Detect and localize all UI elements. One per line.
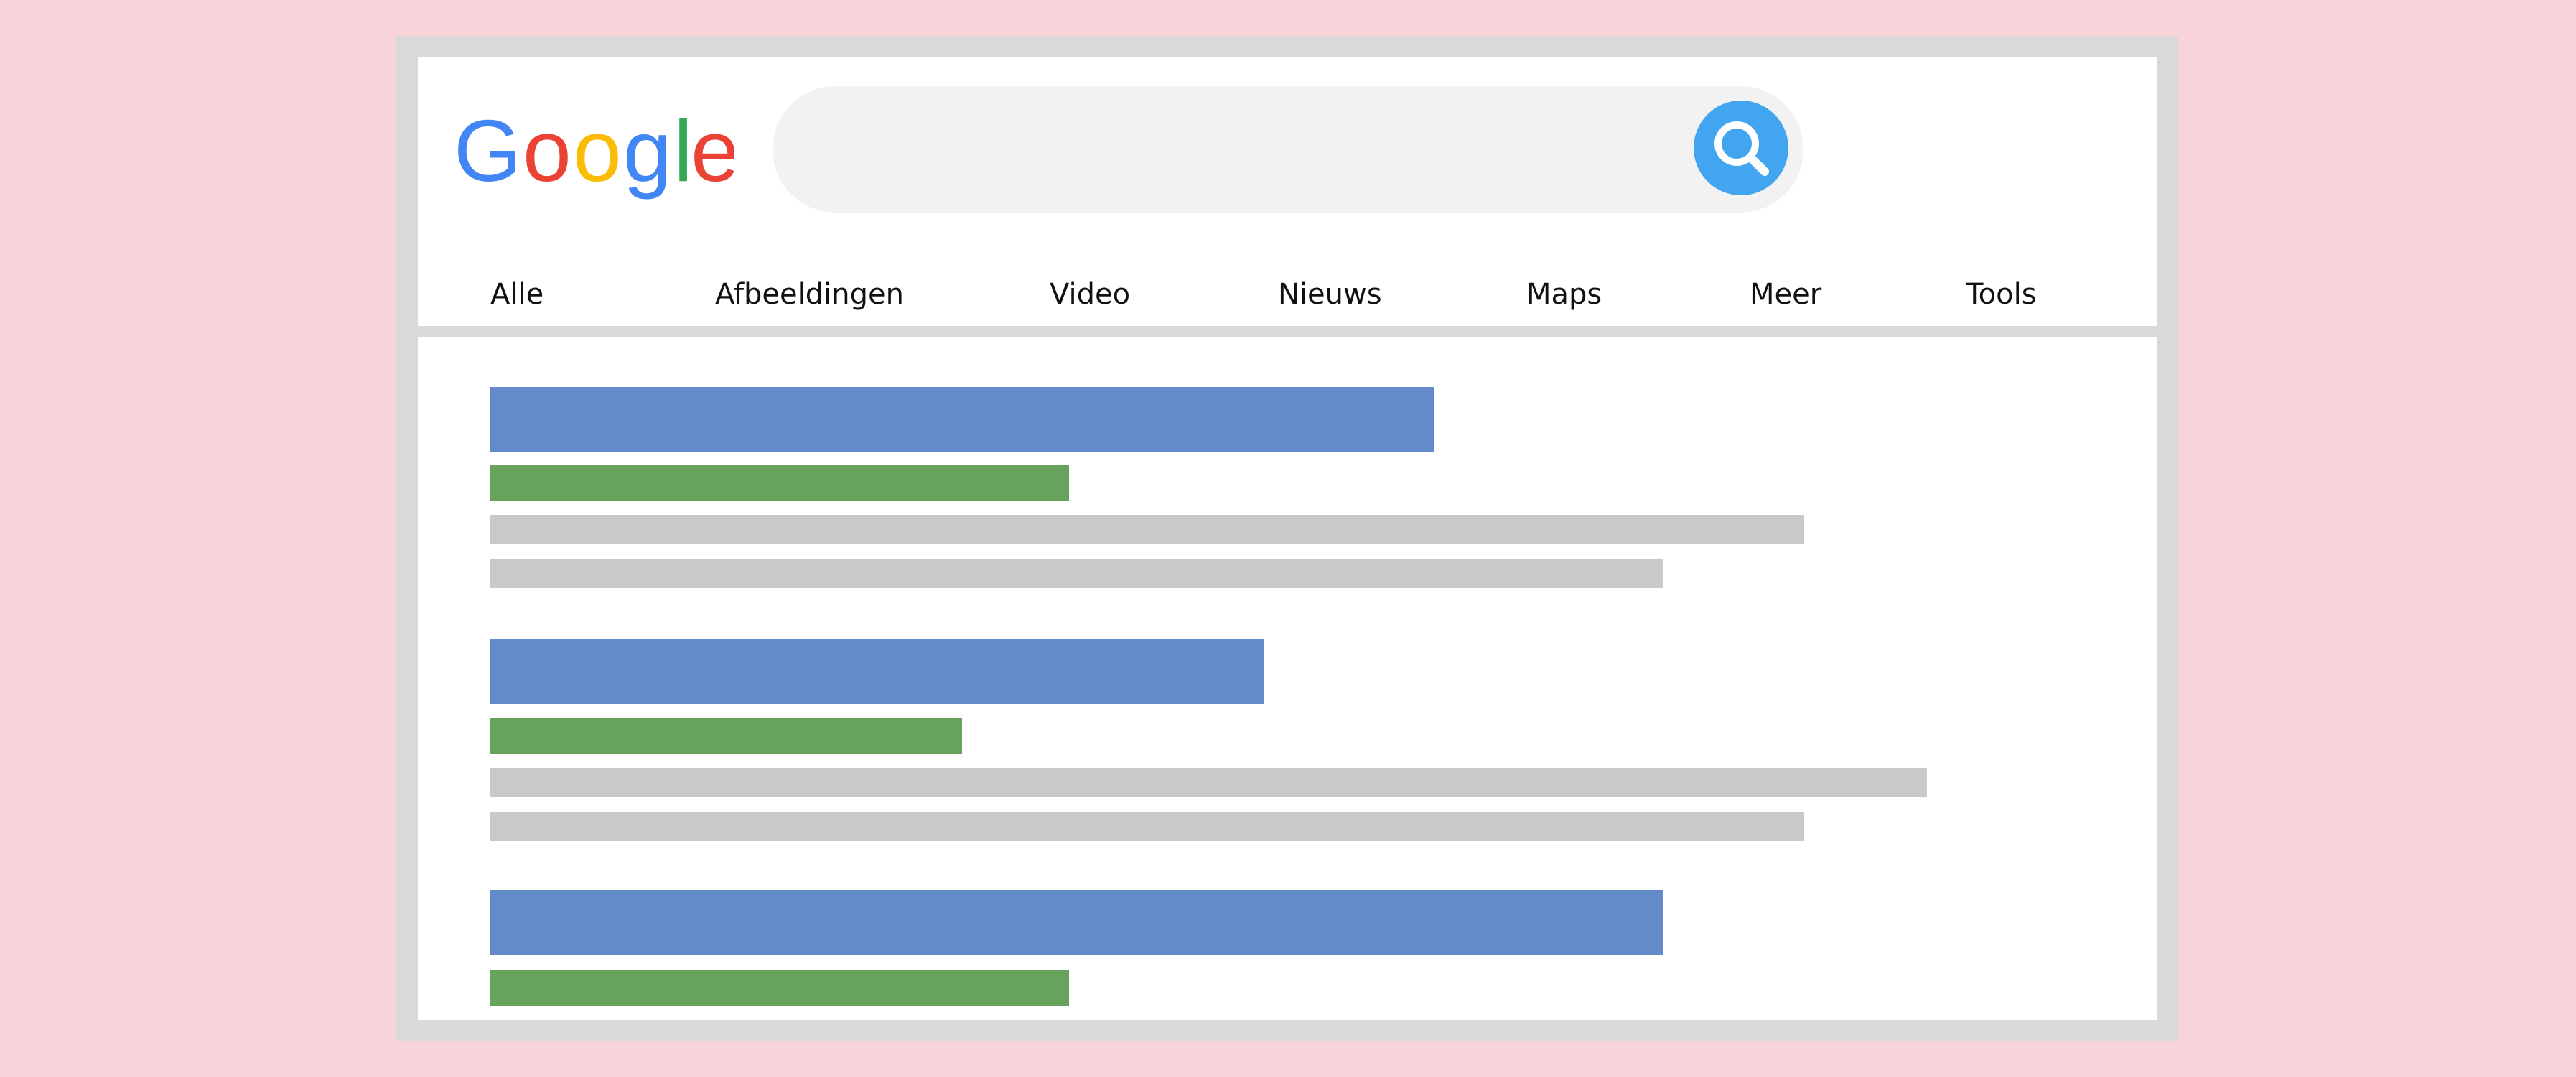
result-url-placeholder: [490, 970, 1069, 1006]
header-divider: [418, 326, 2157, 337]
logo-letter-e: e: [691, 102, 734, 200]
search-bar: [773, 86, 1803, 214]
tab-alle[interactable]: Alle: [490, 273, 543, 316]
tab-afbeeldingen[interactable]: Afbeeldingen: [715, 273, 904, 316]
result-url-placeholder: [490, 465, 1069, 501]
search-tabs: Alle Afbeeldingen Video Nieuws Maps Meer…: [418, 273, 2157, 316]
tab-nieuws[interactable]: Nieuws: [1278, 273, 1382, 316]
result-snippet-line: [490, 812, 1804, 841]
result-snippet-line: [490, 768, 1927, 797]
search-header: G o o g l e Alle Afbeeldingen Video Nieu…: [418, 57, 2157, 326]
search-icon: [1714, 121, 1769, 176]
result-snippet-line: [490, 559, 1663, 588]
logo-letter-o1: o: [523, 102, 571, 200]
tab-video[interactable]: Video: [1050, 273, 1130, 316]
tab-tools[interactable]: Tools: [1966, 273, 2037, 316]
search-input[interactable]: [816, 86, 1680, 214]
google-logo[interactable]: G o o g l e: [454, 101, 734, 204]
tab-meer[interactable]: Meer: [1750, 273, 1821, 316]
logo-letter-o2: o: [573, 102, 622, 200]
result-snippet-line: [490, 515, 1804, 544]
result-title-placeholder[interactable]: [490, 639, 1264, 704]
tab-maps[interactable]: Maps: [1526, 273, 1602, 316]
search-results: [418, 337, 2157, 1020]
result-title-placeholder[interactable]: [490, 387, 1434, 452]
result-title-placeholder[interactable]: [490, 890, 1663, 955]
browser-window: G o o g l e Alle Afbeeldingen Video Nieu…: [396, 36, 2178, 1041]
logo-letter-G: G: [454, 102, 522, 200]
search-button[interactable]: [1694, 101, 1788, 195]
logo-letter-g: g: [623, 102, 672, 200]
result-url-placeholder: [490, 718, 962, 754]
